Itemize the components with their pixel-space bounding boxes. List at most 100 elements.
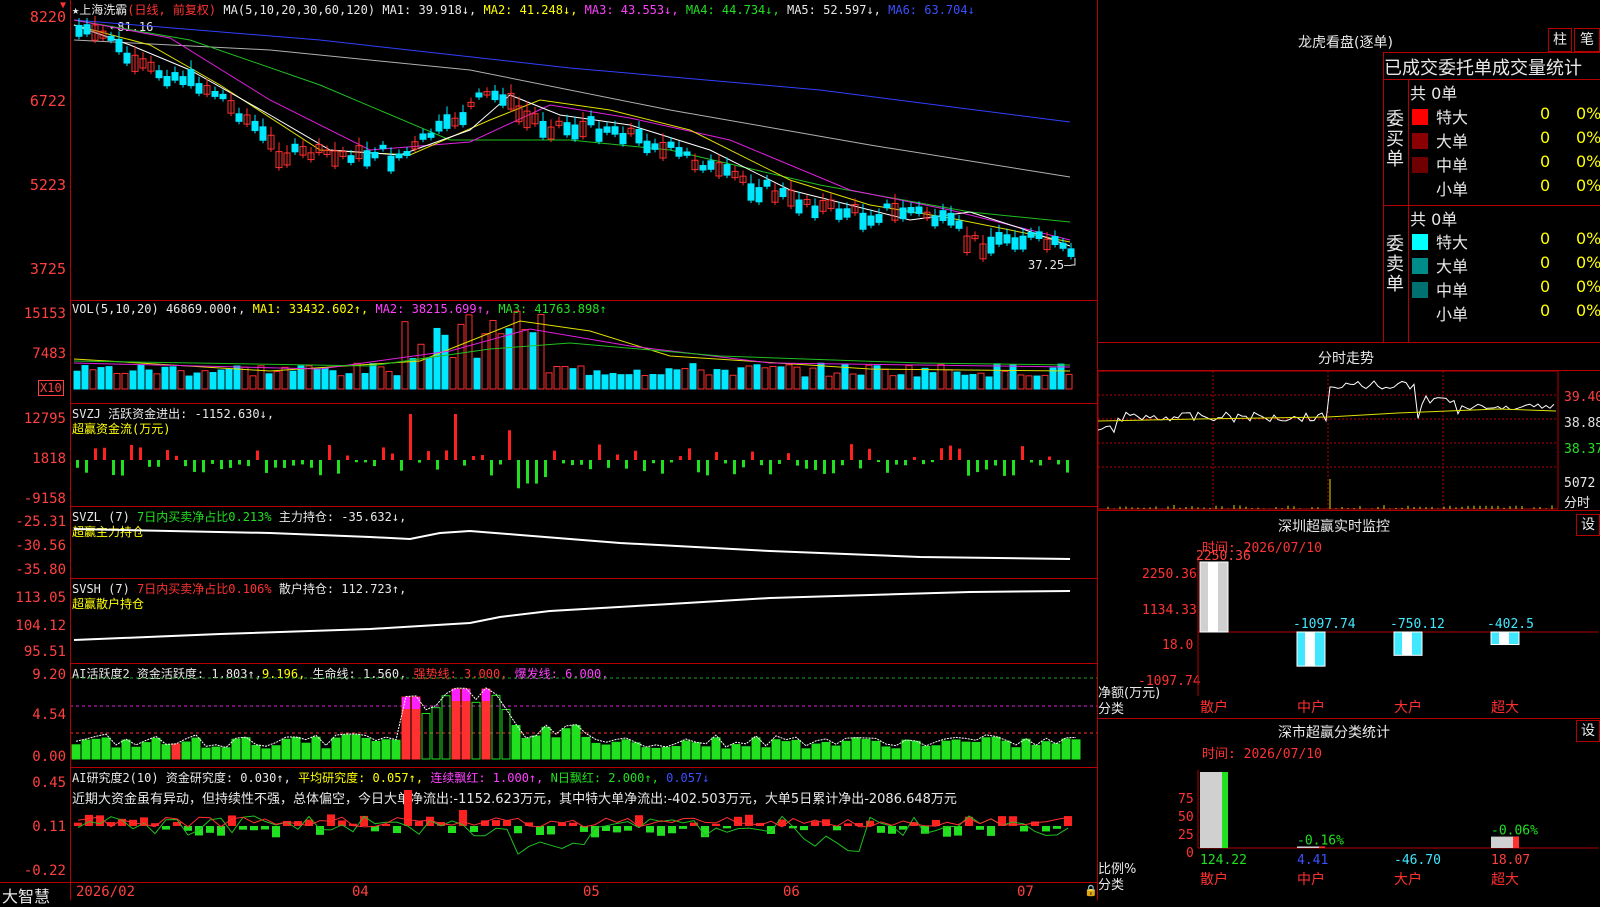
vol-bar <box>793 366 801 390</box>
activity-bar <box>731 744 741 760</box>
activity-bar <box>871 740 881 760</box>
menu-arrow-icon[interactable]: ▼ <box>60 0 66 11</box>
vol-pane[interactable]: VOL(5,10,20) 46869.000↑, MA1: 33432.602↑… <box>70 300 1097 404</box>
svzj-pane[interactable]: SVZJ 活跃资金进出: -1152.630↓, 超赢资金流(万元) <box>70 403 1097 507</box>
vol-bar <box>537 314 545 390</box>
order-pct: 0% <box>1576 152 1600 171</box>
activity-bar <box>1031 744 1041 760</box>
svzl-pane[interactable]: SVZL (7) 7日内买卖净占比0.213% 主力持仓: -35.632↓, … <box>70 506 1097 579</box>
flow-bar <box>1030 460 1033 463</box>
activity-bar <box>251 744 261 760</box>
stat-chart: 124.22 散户 -0.16% 4.41 中户 -46.70 大户 -0.06% 18.07 超… <box>1197 770 1598 888</box>
flow-bar <box>346 455 349 460</box>
monitor-settings-button[interactable]: 设 <box>1576 514 1600 536</box>
vol-bar <box>833 372 841 390</box>
candle <box>1011 237 1019 250</box>
flow-bar <box>895 460 898 465</box>
category-label: 超大 <box>1491 872 1519 888</box>
activity-bar <box>81 739 91 760</box>
vol-bar <box>881 369 889 390</box>
price-tick: 3725 <box>29 260 66 278</box>
stat-tabs[interactable]: 已成交委托单成交量统计 <box>1384 54 1582 80</box>
net-bar-shine <box>1402 632 1412 656</box>
vol-bar <box>113 372 121 390</box>
activity-bar <box>151 737 161 760</box>
tick-mode-button[interactable]: 笔 <box>1574 28 1600 52</box>
research-bar <box>657 826 665 836</box>
activity-bar <box>1011 747 1021 760</box>
candle <box>987 236 995 254</box>
order-row: 特大 0 0% <box>1408 104 1600 128</box>
candle <box>811 205 819 219</box>
research-bar <box>954 826 962 836</box>
vol-bar <box>385 370 393 390</box>
research-bar <box>844 823 852 826</box>
research-bar <box>712 823 720 826</box>
category-label: 散户 <box>1200 699 1228 716</box>
vol-bar <box>993 363 1001 390</box>
vol-unit: X10 <box>38 380 64 396</box>
svzj-tick: 1818 <box>32 451 66 467</box>
flow-bar <box>769 460 772 475</box>
buy-group-label: 委买单 <box>1386 109 1404 170</box>
flow-bar <box>922 460 925 465</box>
kline-pane[interactable]: ★上海洗霸(日线, 前复权) MA(5,10,20,30,60,120) MA1… <box>70 0 1097 300</box>
flow-bar <box>409 414 412 460</box>
candle <box>251 120 259 132</box>
candle <box>195 83 203 94</box>
activity-bar <box>191 737 201 760</box>
research-bar <box>470 826 478 832</box>
activity-bar <box>821 741 831 760</box>
candle <box>291 143 299 153</box>
activity-bar <box>71 744 81 760</box>
stat-time: 时间: 2026/07/10 <box>1202 747 1322 762</box>
research-bar <box>668 826 676 834</box>
order-type: 小单 <box>1436 180 1469 199</box>
order-count: 0 <box>1540 229 1551 248</box>
vol-bar <box>609 372 617 390</box>
activity-bar <box>691 742 701 760</box>
candle <box>795 199 803 214</box>
activity-bar <box>551 737 561 760</box>
sell-total: 共 0单 <box>1410 210 1458 229</box>
intraday-chart[interactable] <box>1097 370 1559 510</box>
stat-settings-button[interactable]: 设 <box>1576 720 1600 742</box>
flow-bar <box>319 460 322 476</box>
flow-bar <box>256 450 259 460</box>
flow-bar <box>121 460 124 476</box>
activity-bar <box>611 741 621 760</box>
vol-chart <box>73 310 1073 390</box>
vol-bar <box>801 376 809 390</box>
lock-icon[interactable]: 🔒 <box>1084 884 1098 897</box>
ai2-tick: 0.11 <box>32 819 66 835</box>
flow-bar <box>544 460 547 477</box>
candle <box>219 93 227 100</box>
vol-bar <box>721 369 729 390</box>
activity-bar <box>301 742 311 760</box>
bar-mode-button[interactable]: 柱 <box>1548 28 1572 52</box>
activity-bar <box>841 740 851 760</box>
candle <box>379 144 387 150</box>
vol-bar <box>153 373 161 390</box>
flow-bar <box>670 460 673 463</box>
flow-bar <box>148 460 151 467</box>
candle <box>403 151 411 156</box>
vol-bar <box>713 369 721 390</box>
ai1-pane[interactable]: AI活跃度2 资金活跃度: 1.803↑,9.196, 生命线: 1.560, … <box>70 663 1097 768</box>
ai2-pane[interactable]: AI研究度2(10) 资金研究度: 0.030↑, 平均研究度: 0.057↑,… <box>70 767 1097 883</box>
research-bar <box>888 826 896 834</box>
ai2-chart <box>74 790 1072 855</box>
vol-bar <box>977 372 985 390</box>
vol-bar <box>1009 364 1017 390</box>
candle <box>675 147 683 157</box>
activity-bar <box>621 739 631 760</box>
svzl-chart <box>73 528 1071 560</box>
vol-bar <box>553 365 561 390</box>
activity-bar <box>931 745 941 760</box>
svsh-pane[interactable]: SVSH (7) 7日内买卖净占比0.106% 散户持仓: 112.723↑, … <box>70 578 1097 664</box>
ratio-pct-label: -0.06% <box>1491 824 1538 839</box>
svzl-tick: -25.31 <box>15 514 66 530</box>
vol-bar <box>545 372 553 390</box>
activity-bar <box>671 746 681 760</box>
research-bar <box>1020 826 1028 832</box>
